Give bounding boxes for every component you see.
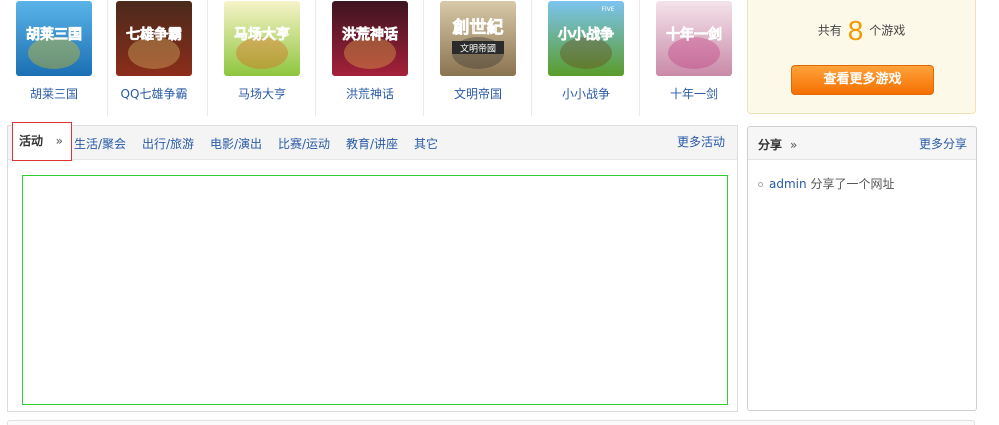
tab-other[interactable]: 其它 — [414, 137, 438, 151]
game-name[interactable]: 十年一剑 — [640, 87, 748, 101]
tab-life-party[interactable]: 生活/聚会 — [74, 137, 126, 151]
tab-sports[interactable]: 比赛/运动 — [278, 137, 330, 151]
game-name[interactable]: 马场大亨 — [208, 87, 316, 101]
more-activities-link[interactable]: 更多活动 — [677, 135, 725, 149]
double-chevron-right-icon: » — [790, 138, 798, 152]
game-card[interactable]: 胡莱三国 胡莱三国 — [0, 0, 108, 116]
share-title-label: 分享 — [758, 138, 783, 152]
game-logo-image: 胡莱三国 — [16, 1, 92, 76]
game-logo-image: 十年一剑 — [656, 1, 732, 76]
double-chevron-right-icon: » — [55, 134, 63, 148]
game-logo-small-text: FIVE — [601, 6, 614, 13]
game-logo-image: 马场大亨 — [224, 1, 300, 76]
game-card[interactable]: 小小战争 FIVE 小小战争 — [532, 0, 640, 116]
share-title[interactable]: 分享 » — [758, 136, 797, 153]
game-logo-text: 胡莱三国 — [26, 26, 82, 43]
share-panel: 分享 » 更多分享 admin 分享了一个网址 — [747, 126, 977, 411]
tab-education[interactable]: 教育/讲座 — [346, 137, 398, 151]
game-card[interactable]: 洪荒神话 洪荒神话 — [316, 0, 424, 116]
game-thumbnail[interactable]: 洪荒神话 — [332, 1, 408, 76]
share-list-item: admin 分享了一个网址 — [758, 175, 894, 192]
game-thumbnail[interactable]: 創世紀 文明帝國 — [440, 1, 516, 76]
game-name[interactable]: 胡莱三国 — [0, 87, 108, 101]
game-thumbnail[interactable]: 七雄争霸 — [116, 1, 192, 76]
game-thumbnail[interactable]: 马场大亨 — [224, 1, 300, 76]
game-logo-image: 創世紀文明帝國 — [440, 1, 516, 76]
activity-tab-bar: 活动 » 生活/聚会 出行/旅游 电影/演出 比赛/运动 教育/讲座 其它 更多… — [8, 122, 737, 161]
game-logo-image: 小小战争 FIVE — [548, 1, 624, 76]
bottom-panel-edge — [7, 420, 975, 425]
game-logo-sub-text: 文明帝國 — [460, 43, 496, 55]
games-total-prefix: 共有 — [817, 23, 842, 38]
game-name[interactable]: 小小战争 — [532, 87, 640, 101]
game-card[interactable]: 十年一剑 十年一剑 — [640, 0, 748, 116]
games-total-box: 共有 8 个游戏 查看更多游戏 — [747, 0, 976, 114]
more-games-button[interactable]: 查看更多游戏 — [791, 65, 934, 95]
share-user-link[interactable]: admin — [769, 177, 807, 191]
share-header: 分享 » 更多分享 — [748, 127, 976, 160]
game-card[interactable]: 創世紀文明帝國 文明帝国 — [424, 0, 532, 116]
games-total-count: 8 — [847, 14, 864, 46]
game-logo-text: 马场大亨 — [234, 26, 290, 43]
tab-travel[interactable]: 出行/旅游 — [142, 137, 194, 151]
games-total-suffix: 个游戏 — [869, 23, 906, 38]
game-name[interactable]: QQ七雄争霸 — [100, 87, 208, 101]
game-thumbnail[interactable]: 十年一剑 — [656, 1, 732, 76]
activity-content-frame — [22, 175, 728, 405]
game-logo-text: 小小战争 — [558, 26, 614, 43]
game-card[interactable]: 七雄争霸 QQ七雄争霸 — [100, 0, 208, 116]
game-logo-text: 洪荒神话 — [342, 26, 398, 43]
game-name[interactable]: 洪荒神话 — [316, 87, 424, 101]
game-thumbnail[interactable]: 胡莱三国 — [16, 1, 92, 76]
game-thumbnail[interactable]: 小小战争 FIVE — [548, 1, 624, 76]
tab-movie-show[interactable]: 电影/演出 — [210, 137, 262, 151]
share-item-text: 分享了一个网址 — [810, 177, 895, 191]
tab-activity-label: 活动 — [19, 134, 44, 148]
game-logo-image: 七雄争霸 — [116, 1, 192, 76]
game-logo-text: 創世紀 — [452, 17, 504, 38]
game-logo-text: 七雄争霸 — [126, 26, 182, 43]
game-logo-image: 洪荒神话 — [332, 1, 408, 76]
game-strip: 胡莱三国 胡莱三国 七雄争霸 QQ七雄争霸 马场大亨 马场大亨 洪荒神话 洪荒神… — [0, 0, 745, 116]
games-total-line: 共有 8 个游戏 — [748, 14, 975, 46]
game-logo-text: 十年一剑 — [666, 26, 722, 43]
bullet-icon — [758, 182, 763, 187]
activity-panel: 活动 » 生活/聚会 出行/旅游 电影/演出 比赛/运动 教育/讲座 其它 更多… — [7, 122, 738, 412]
tab-activity[interactable]: 活动 » — [12, 122, 72, 161]
game-name[interactable]: 文明帝国 — [424, 87, 532, 101]
game-card[interactable]: 马场大亨 马场大亨 — [208, 0, 316, 116]
more-shares-link[interactable]: 更多分享 — [919, 135, 967, 152]
